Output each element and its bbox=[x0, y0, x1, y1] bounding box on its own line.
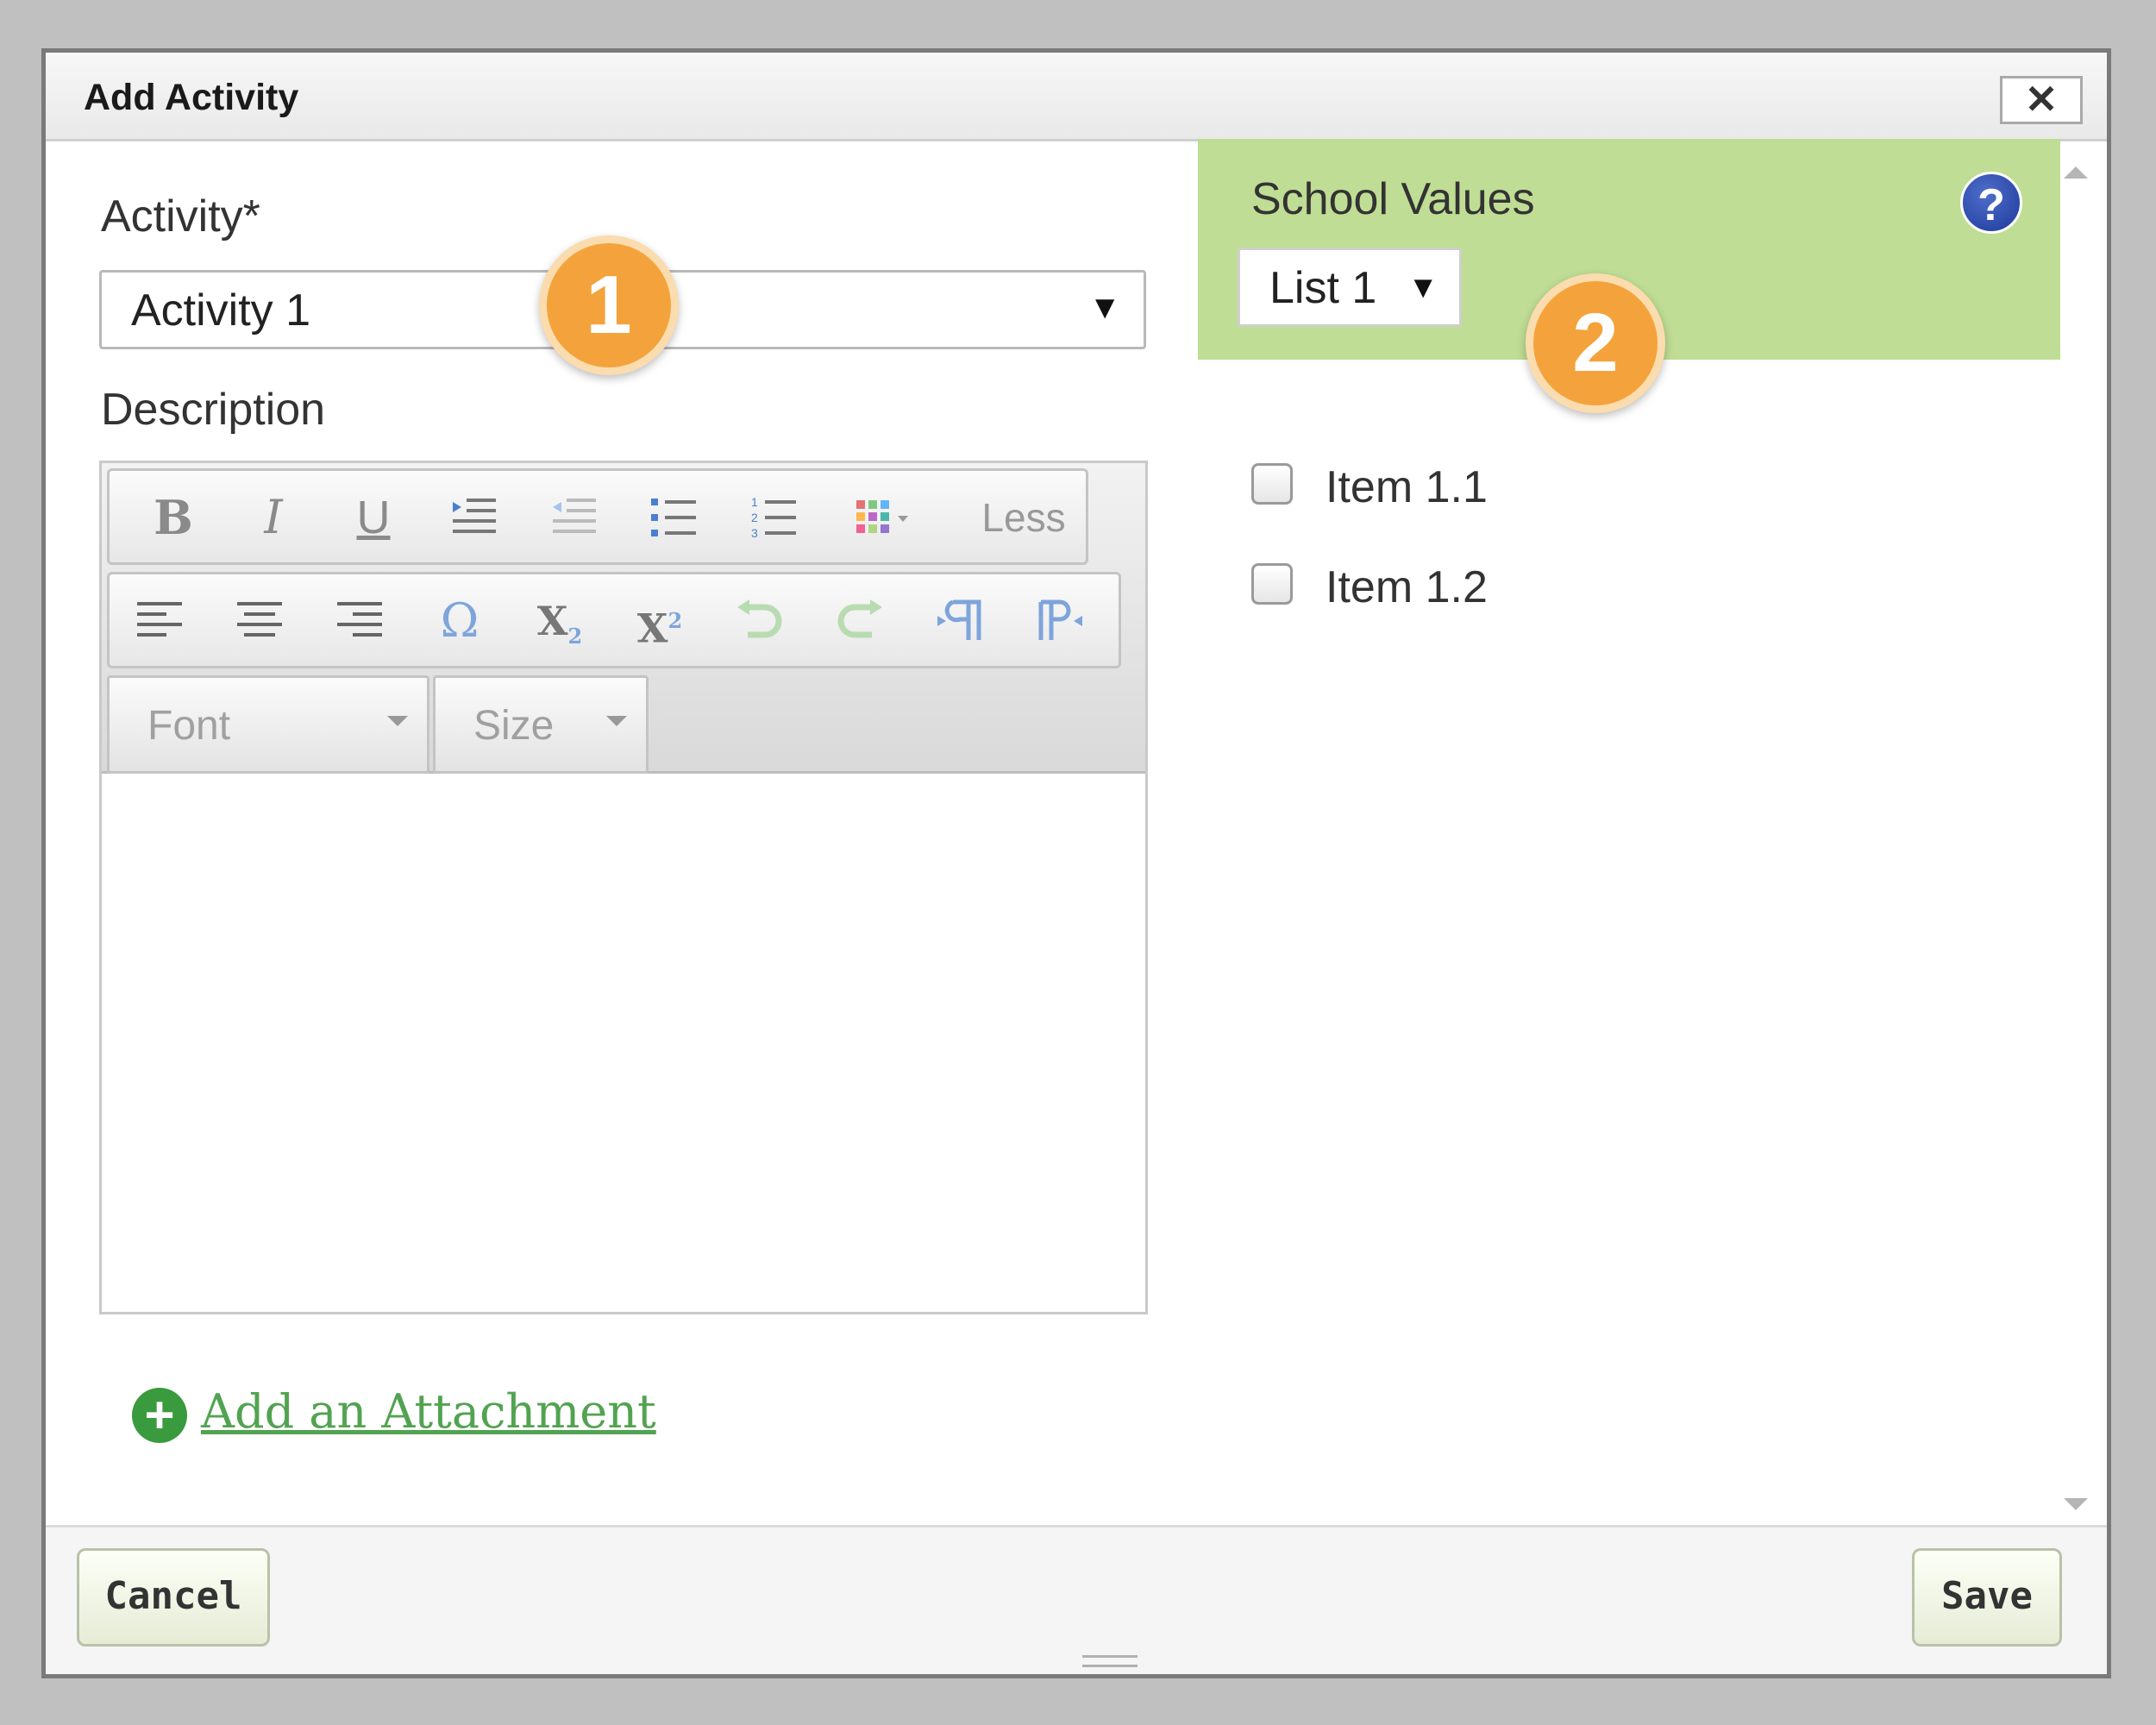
undo-icon[interactable] bbox=[725, 586, 794, 656]
less-button[interactable]: Less bbox=[972, 483, 1075, 552]
scroll-up-arrow-icon[interactable] bbox=[2064, 166, 2088, 179]
callout-marker-1: 1 bbox=[539, 235, 679, 375]
school-values-title: School Values bbox=[1251, 174, 1535, 224]
cancel-button[interactable]: Cancel bbox=[77, 1548, 270, 1647]
activity-select-value: Activity 1 bbox=[131, 285, 311, 336]
toolbar-row-2: Ω X2 X2 bbox=[107, 572, 1121, 668]
superscript-icon[interactable]: X2 bbox=[625, 586, 694, 656]
align-center-icon[interactable] bbox=[225, 586, 294, 656]
editor-content-area[interactable] bbox=[102, 774, 1145, 1312]
description-label: Description bbox=[101, 385, 326, 435]
close-button[interactable]: ✕ bbox=[2000, 76, 2083, 124]
align-left-icon[interactable] bbox=[125, 586, 194, 656]
item-label: Item 1.1 bbox=[1326, 462, 1488, 512]
size-combo-label: Size bbox=[473, 703, 555, 749]
resize-grip-icon[interactable] bbox=[1082, 1655, 1138, 1667]
list-select-value: List 1 bbox=[1269, 263, 1377, 313]
omega-icon[interactable]: Ω bbox=[425, 586, 494, 656]
item-checkbox[interactable] bbox=[1251, 563, 1293, 605]
svg-text:1: 1 bbox=[751, 495, 758, 509]
bullet-list-icon[interactable] bbox=[639, 483, 708, 552]
svg-text:3: 3 bbox=[751, 526, 758, 540]
bold-icon[interactable]: B bbox=[139, 483, 208, 552]
font-combo-label: Font bbox=[147, 703, 231, 749]
toolbar-row-1: B I U 1 2 3 Less bbox=[107, 468, 1088, 565]
dialog-titlebar: Add Activity ✕ bbox=[46, 53, 2107, 141]
scroll-down-arrow-icon[interactable] bbox=[2064, 1498, 2088, 1510]
redo-icon[interactable] bbox=[825, 586, 894, 656]
add-activity-dialog: Add Activity ✕ Activity* Activity 1 ▼ De… bbox=[41, 48, 2111, 1678]
dialog-footer: Cancel Save bbox=[46, 1525, 2107, 1674]
dropdown-arrow-icon: ▼ bbox=[1088, 290, 1121, 326]
underline-icon[interactable]: U bbox=[339, 483, 408, 552]
save-button[interactable]: Save bbox=[1912, 1548, 2062, 1647]
outdent-icon[interactable] bbox=[539, 483, 608, 552]
add-attachment-link[interactable]: Add an Attachment bbox=[201, 1384, 656, 1439]
size-combo[interactable]: Size bbox=[433, 675, 649, 774]
align-right-icon[interactable] bbox=[325, 586, 394, 656]
editor-toolbar: B I U 1 2 3 Less Ω X2 X2 Font Size bbox=[102, 463, 1145, 774]
italic-icon[interactable]: I bbox=[239, 483, 308, 552]
description-editor: B I U 1 2 3 Less Ω X2 X2 Font Size bbox=[99, 461, 1148, 1314]
ltr-icon[interactable] bbox=[925, 586, 994, 656]
dialog-title: Add Activity bbox=[84, 77, 299, 118]
callout-marker-2: 2 bbox=[1526, 273, 1665, 413]
indent-icon[interactable] bbox=[439, 483, 508, 552]
subscript-icon[interactable]: X2 bbox=[525, 586, 594, 656]
svg-text:2: 2 bbox=[751, 511, 758, 524]
close-icon: ✕ bbox=[2024, 77, 2059, 122]
list-select[interactable]: List 1 ▼ bbox=[1238, 248, 1462, 327]
chevron-down-icon bbox=[387, 716, 408, 726]
item-label: Item 1.2 bbox=[1326, 562, 1488, 612]
dropdown-arrow-icon: ▼ bbox=[1407, 269, 1438, 304]
item-checkbox[interactable] bbox=[1251, 463, 1293, 505]
activity-label: Activity* bbox=[101, 191, 260, 242]
chevron-down-icon bbox=[606, 716, 627, 726]
numbered-list-icon[interactable]: 1 2 3 bbox=[739, 483, 808, 552]
add-circle-icon[interactable]: + bbox=[132, 1388, 187, 1443]
color-grid-icon[interactable] bbox=[843, 483, 937, 552]
rtl-icon[interactable] bbox=[1025, 586, 1094, 656]
font-combo[interactable]: Font bbox=[107, 675, 429, 774]
help-icon[interactable]: ? bbox=[1960, 172, 2022, 234]
